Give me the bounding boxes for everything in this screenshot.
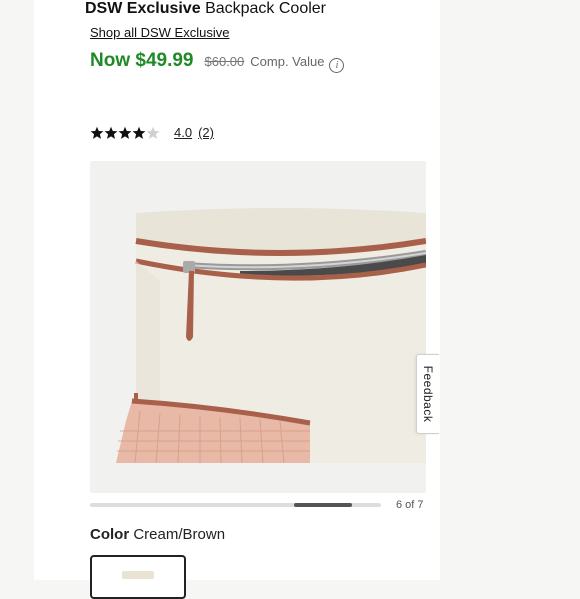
product-title: DSW Exclusive Backpack Cooler [85, 0, 326, 18]
shop-all-brand-link[interactable]: Shop all DSW Exclusive [90, 25, 229, 40]
star-filled-icon [132, 126, 146, 139]
star-empty-icon [146, 126, 160, 139]
info-icon[interactable]: i [329, 58, 345, 73]
comparison-value-label: Comp. Value [250, 54, 325, 69]
gallery-counter: 6 of 7 [396, 499, 424, 511]
color-label: Color [90, 526, 130, 543]
backpack-cooler-photo [116, 208, 426, 464]
color-value: Cream/Brown [133, 526, 226, 543]
product-image[interactable] [90, 161, 426, 493]
color-selection: Color Cream/Brown [90, 526, 225, 543]
gallery-progress-track[interactable] [90, 503, 381, 507]
rating-row[interactable]: 4.0 (2) [90, 125, 214, 140]
review-count-link[interactable]: (2) [198, 125, 214, 140]
product-name: Backpack Cooler [205, 0, 327, 17]
star-filled-icon [90, 126, 104, 139]
brand-name[interactable]: DSW Exclusive [85, 0, 201, 17]
star-rating [90, 126, 160, 140]
rating-value[interactable]: 4.0 [174, 125, 192, 140]
gallery-progress-thumb[interactable] [293, 503, 352, 507]
feedback-tab[interactable]: Feedback [416, 354, 439, 434]
price-row: Now $49.99 $60.00 Comp. Value i [90, 50, 345, 73]
current-price: Now $49.99 [90, 50, 194, 71]
color-swatch-cream-brown[interactable] [90, 555, 186, 599]
star-filled-icon [118, 126, 132, 139]
swatch-thumbnail [122, 571, 154, 579]
star-filled-icon [104, 126, 118, 139]
feedback-label: Feedback [421, 365, 435, 423]
comparison-price: $60.00 [204, 54, 245, 69]
